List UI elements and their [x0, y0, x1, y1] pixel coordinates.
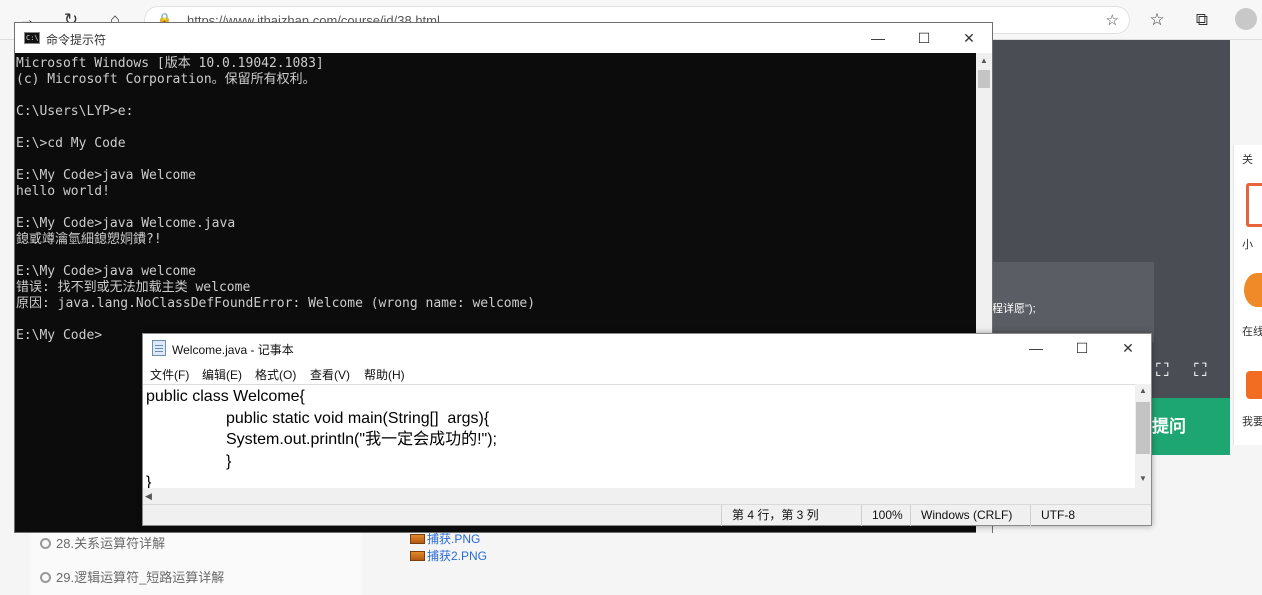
notepad-titlebar[interactable]: Welcome.java - 记事本 — ☐ ✕ — [143, 334, 1151, 362]
course-item[interactable]: 29.逻辑运算符_短路运算详解 — [40, 567, 224, 586]
menu-file[interactable]: 文件(F) — [150, 366, 189, 383]
image-file-icon — [410, 534, 425, 544]
feedback-icon[interactable] — [1246, 371, 1262, 399]
code-line: } — [146, 474, 152, 488]
right-rail: 关 小 在线 我要 — [1233, 145, 1262, 445]
course-item-label: 29.逻辑运算符_短路运算详解 — [56, 570, 225, 585]
rail-item-want[interactable]: 我要 — [1242, 413, 1262, 429]
play-circle-icon — [40, 572, 51, 583]
status-zoom: 100% — [861, 505, 910, 526]
course-item-label: 28.关系运算符详解 — [56, 536, 166, 551]
notepad-window: Welcome.java - 记事本 — ☐ ✕ 文件(F) 编辑(E) 格式(… — [142, 333, 1152, 526]
menu-view[interactable]: 查看(V) — [310, 366, 350, 383]
cmd-titlebar[interactable]: C:\ 命令提示符 — ☐ ✕ — [15, 23, 992, 53]
course-sidebar: 28.关系运算符详解 29.逻辑运算符_短路运算详解 — [30, 527, 362, 595]
console-line: 原因: java.lang.NoClassDefFoundError: Welc… — [16, 296, 536, 311]
mini-program-icon[interactable] — [1246, 183, 1262, 227]
rail-item-mini[interactable]: 小 — [1242, 236, 1253, 252]
console-line: C:\Users\LYP>e: — [16, 104, 134, 119]
ask-question-button[interactable]: 提问 — [1150, 398, 1230, 455]
code-line: public static void main(String[] args){ — [226, 409, 490, 427]
online-service-icon[interactable] — [1244, 273, 1262, 307]
fullscreen-window-icon[interactable]: ⛶ — [1156, 360, 1169, 381]
notepad-scroll-thumb[interactable] — [1136, 402, 1150, 454]
status-encoding: UTF-8 — [1030, 505, 1151, 526]
console-line: 错误: 找不到或无法加载主类 welcome — [16, 280, 251, 295]
console-line: E:\>cd My Code — [16, 136, 126, 151]
scroll-left-icon[interactable]: ◀ — [145, 488, 152, 504]
scroll-down-icon[interactable]: ▼ — [1135, 472, 1151, 486]
collections-icon[interactable]: ⧉ — [1190, 8, 1214, 32]
notepad-vertical-scrollbar[interactable]: ▲ ▼ — [1135, 384, 1151, 488]
notepad-menubar: 文件(F) 编辑(E) 格式(O) 查看(V) 帮助(H) — [143, 362, 1151, 384]
video-controls: ⛶ ⛶ — [1150, 360, 1230, 388]
attachment-label: 捕获2.PNG — [427, 549, 488, 563]
cmd-maximize-button[interactable]: ☐ — [901, 23, 947, 53]
status-line-ending: Windows (CRLF) — [910, 505, 1030, 526]
scrollbar-corner — [1135, 488, 1151, 504]
notepad-editor[interactable]: public class Welcome{ public static void … — [143, 384, 1135, 488]
code-line: public class Welcome{ — [146, 388, 305, 405]
code-line: System.out.println("我一定会成功的!"); — [226, 431, 497, 448]
console-line: E:\My Code>java welcome — [16, 264, 197, 279]
profile-icon[interactable] — [1234, 8, 1258, 32]
console-line: (c) Microsoft Corporation。保留所有权利。 — [16, 72, 316, 87]
rail-item-close[interactable]: 关 — [1242, 151, 1253, 167]
console-line: E:\My Code>java Welcome — [16, 168, 197, 183]
cmd-close-button[interactable]: ✕ — [946, 23, 992, 53]
scroll-up-icon[interactable]: ▲ — [976, 53, 992, 69]
scroll-up-icon[interactable]: ▲ — [1135, 384, 1151, 398]
menu-help[interactable]: 帮助(H) — [364, 366, 405, 383]
console-line: 鎴戜竴瀹氫細鎴愬姛鐨?! — [16, 232, 162, 247]
console-line: hello world! — [16, 184, 110, 199]
console-line: Microsoft Windows [版本 10.0.19042.1083] — [16, 56, 324, 71]
notepad-statusbar: 第 4 行，第 3 列 100% Windows (CRLF) UTF-8 — [143, 504, 1151, 526]
cmd-minimize-button[interactable]: — — [855, 23, 901, 53]
attachment-label: 捕获.PNG — [427, 532, 481, 546]
course-item[interactable]: 28.关系运算符详解 — [40, 533, 165, 552]
notepad-minimize-button[interactable]: — — [1013, 334, 1059, 362]
notepad-app-icon — [152, 340, 166, 356]
video-caption: 程详愿"); — [992, 303, 1036, 315]
cmd-app-icon: C:\ — [24, 32, 40, 44]
video-card: 程详愿"); — [992, 262, 1154, 342]
status-cursor-position: 第 4 行，第 3 列 — [721, 505, 861, 526]
cmd-scroll-thumb[interactable] — [978, 70, 990, 88]
favorites-icon[interactable]: ☆ — [1145, 8, 1169, 32]
attachment-link[interactable]: 捕获2.PNG — [410, 547, 487, 564]
notepad-close-button[interactable]: ✕ — [1105, 334, 1151, 362]
menu-edit[interactable]: 编辑(E) — [202, 366, 242, 383]
notepad-maximize-button[interactable]: ☐ — [1059, 334, 1105, 362]
play-circle-icon — [40, 538, 51, 549]
rail-item-online[interactable]: 在线 — [1242, 323, 1262, 339]
notepad-horizontal-scrollbar[interactable]: ◀ — [143, 488, 1135, 504]
fullscreen-icon[interactable]: ⛶ — [1194, 360, 1207, 381]
menu-format[interactable]: 格式(O) — [255, 366, 296, 383]
add-favorite-icon[interactable]: ☆ — [1106, 11, 1119, 29]
notepad-window-title: Welcome.java - 记事本 — [172, 343, 294, 357]
code-line: } — [226, 452, 232, 470]
image-file-icon — [410, 551, 425, 561]
cmd-window-title: 命令提示符 — [46, 33, 107, 47]
console-line: E:\My Code>java Welcome.java — [16, 216, 236, 231]
